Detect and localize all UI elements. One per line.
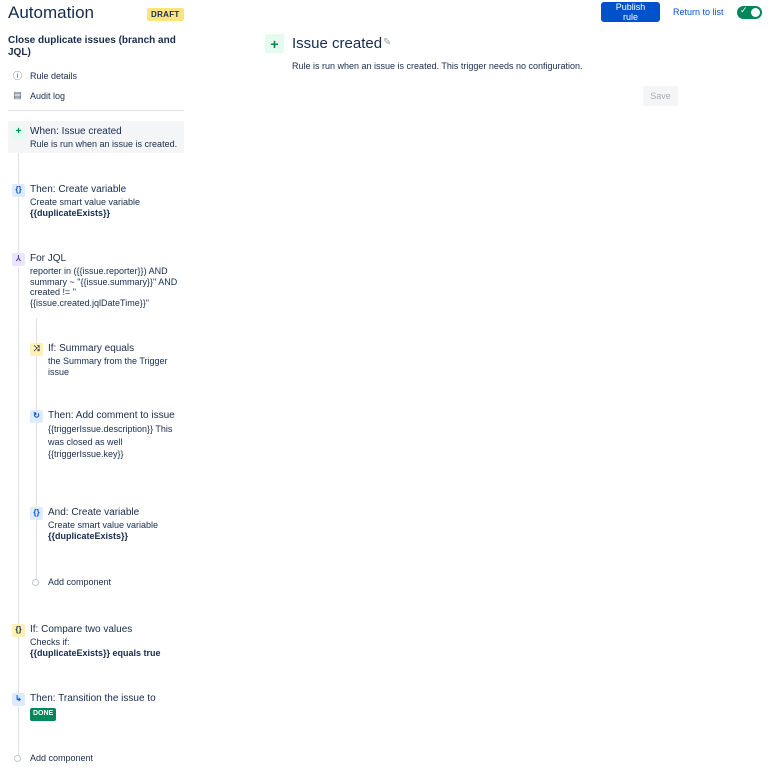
component-body: Create smart value variable <box>30 197 141 207</box>
sidebar-divider <box>8 110 184 111</box>
add-dot-icon <box>14 754 21 762</box>
audit-log-label: Audit log <box>30 90 66 101</box>
component-body: Create smart value variable <box>48 520 159 530</box>
rule-name: Close duplicate issues (branch and JQL) <box>8 35 176 58</box>
component-heading: Issue created <box>292 35 383 52</box>
component-title: If: Compare two values <box>30 624 133 635</box>
component-description: Rule is run when an issue is created. Th… <box>292 61 583 71</box>
component-if-summary[interactable]: ⤨ If: Summary equals the Summary from th… <box>30 343 184 377</box>
document-icon: ▤ <box>13 90 22 100</box>
component-body: {{triggerIssue.description}} This was cl… <box>48 424 173 459</box>
add-component-branch-button[interactable]: Add component <box>32 577 111 587</box>
add-dot-icon <box>32 578 39 586</box>
component-bold: {{duplicateExists}} <box>48 530 129 541</box>
flow-line <box>18 152 19 756</box>
component-body: Rule is run when an issue is created. <box>30 139 178 149</box>
braces-icon: {} <box>12 184 25 197</box>
rule-enabled-toggle[interactable]: ✓ <box>737 5 762 19</box>
component-title: For JQL <box>30 253 67 264</box>
component-title: Then: Add comment to issue <box>48 410 175 421</box>
return-to-list-link[interactable]: Return to list <box>673 7 724 17</box>
shuffle-icon: ⤨ <box>30 343 43 356</box>
component-for-jql[interactable]: ⅄ For JQL reporter in ({{issue.reporter}… <box>12 253 184 308</box>
pencil-icon[interactable]: ✎ <box>383 37 391 48</box>
component-title: Then: Transition the issue to <box>30 693 156 704</box>
rule-details-label: Rule details <box>30 70 78 81</box>
status-badge: DONE <box>30 708 57 721</box>
add-component-button[interactable]: Add component <box>14 753 93 763</box>
info-icon: ⓘ <box>12 71 22 81</box>
component-transition[interactable]: ↳ Then: Transition the issue to DONE <box>12 693 184 721</box>
publish-rule-button[interactable]: Publish rule <box>601 2 660 22</box>
draft-badge: DRAFT <box>147 8 184 21</box>
component-title: Then: Create variable <box>30 184 127 195</box>
component-bold: {{duplicateExists}} equals true <box>30 647 161 658</box>
rule-details-link[interactable]: ⓘ Rule details <box>12 69 77 82</box>
plus-icon: + <box>12 126 25 139</box>
add-component-label: Add component <box>30 753 94 763</box>
check-icon: ✓ <box>740 5 748 15</box>
braces-icon: {} <box>30 507 43 520</box>
transition-icon: ↳ <box>12 693 25 706</box>
audit-log-link[interactable]: ▤ Audit log <box>12 90 65 101</box>
plus-icon: + <box>265 34 284 53</box>
app-title: Automation <box>8 3 94 22</box>
component-create-variable[interactable]: {} Then: Create variable Create smart va… <box>12 184 184 218</box>
component-body: the Summary from the Trigger issue <box>48 356 168 377</box>
component-and-create-variable[interactable]: {} And: Create variable Create smart val… <box>30 507 184 541</box>
component-title: And: Create variable <box>48 507 140 518</box>
refresh-icon: ↻ <box>30 410 43 423</box>
component-title: When: Issue created <box>30 126 122 137</box>
component-compare-values[interactable]: {} If: Compare two values Checks if: {{d… <box>12 624 184 658</box>
component-bold: {{duplicateExists}} <box>30 207 111 218</box>
component-title: If: Summary equals <box>48 343 135 354</box>
component-trigger[interactable]: + When: Issue created Rule is run when a… <box>12 126 184 150</box>
component-add-comment[interactable]: ↻ Then: Add comment to issue {{triggerIs… <box>30 410 184 461</box>
branch-icon: ⅄ <box>12 253 25 266</box>
component-body: Checks if: <box>30 637 70 647</box>
braces-icon: {} <box>12 624 25 637</box>
component-body: reporter in ({{issue.reporter}}) AND sum… <box>30 266 178 308</box>
save-button[interactable]: Save <box>643 86 678 106</box>
toggle-knob <box>751 8 760 17</box>
add-component-label: Add component <box>48 577 112 587</box>
